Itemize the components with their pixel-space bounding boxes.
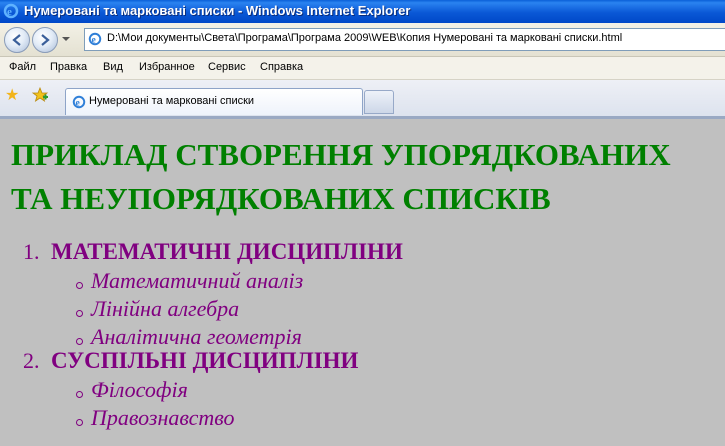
svg-text:e: e: [92, 35, 97, 46]
tab-bar: ★ e Нумеровані та марковані списки: [0, 80, 725, 116]
svg-text:e: e: [76, 98, 81, 109]
svg-text:e: e: [7, 6, 12, 18]
favorites-star-icon[interactable]: ★: [5, 87, 19, 103]
address-url: D:\Мои документы\Света\Програма\Програма…: [107, 32, 623, 44]
window-title: Нумеровані та марковані списки - Windows…: [24, 3, 411, 18]
add-favorites-icon[interactable]: [31, 86, 49, 104]
menu-view[interactable]: Вид: [103, 61, 123, 73]
tab-label: Нумеровані та марковані списки: [89, 95, 255, 107]
menu-favorites[interactable]: Избранное: [139, 61, 195, 73]
menu-file[interactable]: Файл: [9, 61, 36, 73]
page-heading: ПРИКЛАД СТВОРЕННЯ УПОРЯДКОВАНИХ ТА НЕУПО…: [11, 133, 721, 221]
sub-item-text: Правознавство: [91, 405, 235, 430]
menu-bar: Файл Правка Вид Избранное Сервис Справка: [0, 57, 725, 80]
circle-bullet-icon: [76, 310, 83, 317]
back-button[interactable]: [4, 27, 30, 53]
tab-active[interactable]: e Нумеровані та марковані списки: [65, 88, 363, 115]
new-tab-button[interactable]: [364, 90, 394, 114]
menu-help[interactable]: Справка: [260, 61, 303, 73]
back-arrow-icon: [12, 34, 21, 46]
page-icon: e: [88, 31, 102, 50]
window-title-bar[interactable]: e Нумеровані та марковані списки - Windo…: [0, 0, 725, 23]
circle-bullet-icon: [76, 338, 83, 345]
recent-pages-dropdown-icon[interactable]: [62, 37, 70, 41]
page-content: ПРИКЛАД СТВОРЕННЯ УПОРЯДКОВАНИХ ТА НЕУПО…: [0, 119, 725, 446]
forward-button[interactable]: [32, 27, 58, 53]
category-label: СУСПІЛЬНІ ДИСЦИПЛІНИ: [51, 348, 359, 373]
list-number: 2.: [23, 348, 40, 373]
circle-bullet-icon: [76, 282, 83, 289]
menu-edit[interactable]: Правка: [50, 61, 87, 73]
sub-item-text: Математичний аналіз: [91, 268, 304, 293]
circle-bullet-icon: [76, 391, 83, 398]
heading-line-1: ПРИКЛАД СТВОРЕННЯ УПОРЯДКОВАНИХ: [11, 137, 671, 172]
sub-item-text: Філософія: [91, 377, 188, 402]
ie-logo-icon: e: [3, 3, 19, 22]
tab-page-icon: e: [72, 94, 86, 113]
menu-tools[interactable]: Сервис: [208, 61, 246, 73]
sub-item-text: Лінійна алгебра: [91, 296, 240, 321]
address-field[interactable]: e D:\Мои документы\Света\Програма\Програ…: [84, 28, 725, 51]
sub-item-text: Аналітична геометрія: [91, 324, 302, 349]
category-label: МАТЕМАТИЧНІ ДИСЦИПЛІНИ: [51, 239, 403, 264]
circle-bullet-icon: [76, 419, 83, 426]
forward-arrow-icon: [41, 34, 50, 46]
heading-line-2: ТА НЕУПОРЯДКОВАНИХ СПИСКІВ: [11, 181, 551, 216]
address-toolbar: e D:\Мои документы\Света\Програма\Програ…: [0, 23, 725, 57]
list-number: 1.: [23, 239, 40, 264]
